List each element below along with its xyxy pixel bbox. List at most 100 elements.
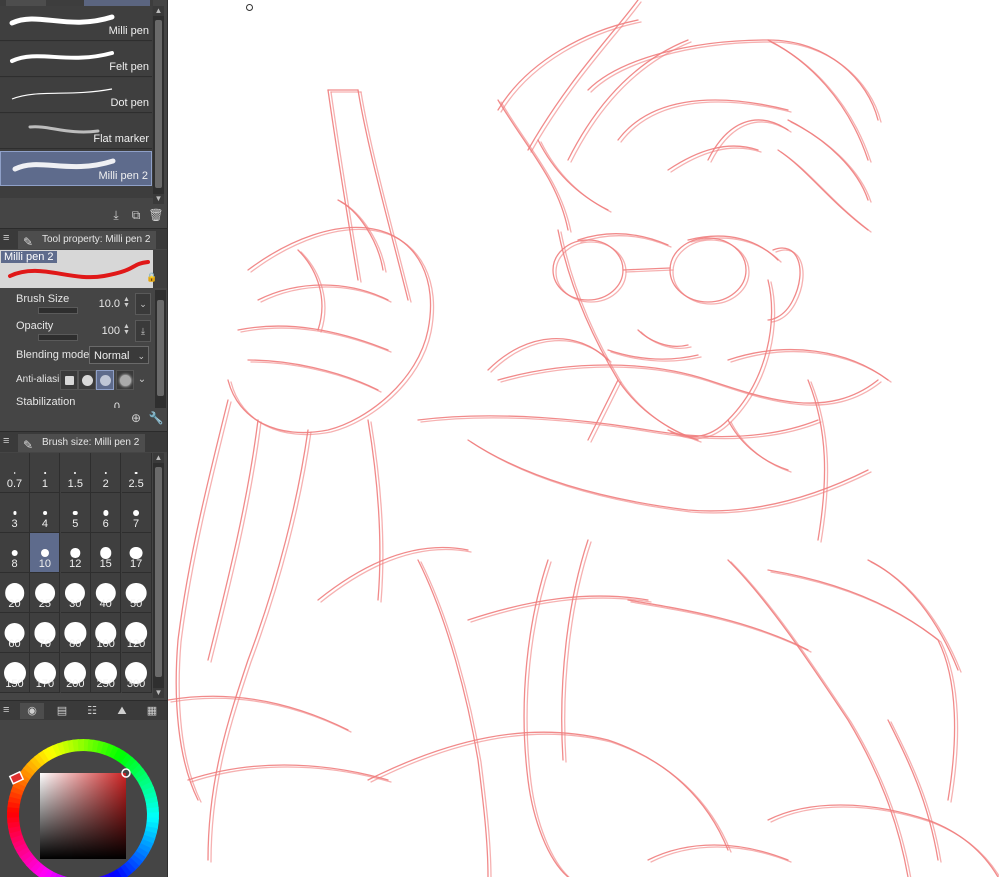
brush-size-cell[interactable]: 0.7 bbox=[0, 453, 30, 493]
tab-label: Tool property: Milli pen 2 bbox=[42, 234, 151, 245]
brush-size-cell[interactable]: 6 bbox=[91, 493, 122, 533]
brush-size-cell[interactable]: 40 bbox=[91, 573, 122, 613]
brush-size-cell[interactable]: 300 bbox=[121, 653, 152, 693]
wrench-icon[interactable]: 🔧 bbox=[148, 410, 164, 426]
stroke-preview-icon bbox=[10, 51, 114, 63]
initial-settings-icon[interactable]: ⊕ bbox=[128, 410, 144, 426]
brush-size-scrollbar[interactable]: ▲ ▼ bbox=[153, 453, 164, 698]
anti-aliasing-expand-icon[interactable]: ⌄ bbox=[134, 370, 150, 390]
anti-aliasing-strong-button[interactable] bbox=[116, 370, 134, 390]
pen-tool-icon: ✎ bbox=[23, 235, 34, 249]
brush-size-dynamics-button[interactable]: ⌄ bbox=[135, 293, 151, 315]
brush-size-cell[interactable]: 1 bbox=[30, 453, 61, 493]
brush-size-label: 0.7 bbox=[6, 478, 23, 490]
brush-size-dot-icon bbox=[40, 549, 49, 557]
brush-list-scrollbar[interactable]: ▲ ▼ bbox=[153, 6, 164, 204]
tab-brush-size[interactable]: ✎ Brush size: Milli pen 2 bbox=[18, 434, 146, 452]
blending-mode-select[interactable]: Normal ⌄ bbox=[89, 346, 149, 364]
blending-mode-value: Normal bbox=[94, 350, 130, 362]
anti-aliasing-none-button[interactable] bbox=[60, 370, 78, 390]
brush-size-label: 5 bbox=[72, 518, 79, 530]
blending-mode-property: Blending mode Normal ⌄ bbox=[0, 345, 153, 371]
brush-size-cell[interactable]: 50 bbox=[121, 573, 152, 613]
brush-size-cell[interactable]: 120 bbox=[121, 613, 152, 653]
panel-menu-icon[interactable]: ≡ bbox=[3, 435, 13, 447]
brush-item-felt-pen[interactable]: Felt pen bbox=[0, 42, 152, 77]
brush-size-label: 4 bbox=[41, 518, 48, 530]
brush-size-cell[interactable]: 25 bbox=[30, 573, 61, 613]
lock-icon[interactable]: 🔒 bbox=[146, 272, 157, 282]
brush-size-dot-icon bbox=[13, 472, 16, 474]
brush-item-dot-pen[interactable]: Dot pen bbox=[0, 78, 152, 113]
brush-size-cell[interactable]: 70 bbox=[30, 613, 61, 653]
brush-size-cell[interactable]: 3 bbox=[0, 493, 30, 533]
brush-size-dot-icon bbox=[70, 548, 80, 558]
opacity-spinner[interactable]: ▲ ▼ bbox=[122, 323, 131, 336]
brush-size-cell[interactable]: 2.5 bbox=[121, 453, 152, 493]
opacity-dynamics-button[interactable]: ⤓ bbox=[135, 320, 151, 342]
brush-size-cell[interactable]: 17 bbox=[121, 533, 152, 573]
brush-size-label: Brush Size bbox=[16, 293, 70, 305]
trash-icon[interactable]: 🗑 bbox=[148, 207, 164, 223]
import-icon[interactable]: ⤓ bbox=[108, 207, 124, 223]
brush-size-slider[interactable] bbox=[38, 307, 78, 314]
brush-size-value[interactable]: 10.0 bbox=[99, 298, 120, 310]
brush-size-cell[interactable]: 30 bbox=[60, 573, 91, 613]
brush-size-cell[interactable]: 1.5 bbox=[60, 453, 91, 493]
scroll-thumb[interactable] bbox=[155, 467, 162, 677]
brush-size-cell[interactable]: 4 bbox=[30, 493, 61, 533]
brush-item-milli-pen-2[interactable]: Milli pen 2 bbox=[0, 151, 152, 186]
brush-size-cell[interactable]: 2 bbox=[91, 453, 122, 493]
tab-tool-property[interactable]: ✎ Tool property: Milli pen 2 bbox=[18, 231, 157, 249]
drawing-canvas[interactable] bbox=[167, 0, 999, 877]
brush-size-cell[interactable]: 170 bbox=[30, 653, 61, 693]
brush-size-cell[interactable]: 80 bbox=[60, 613, 91, 653]
brush-size-label: 80 bbox=[69, 638, 82, 650]
brush-size-cell[interactable]: 8 bbox=[0, 533, 30, 573]
color-wheel[interactable] bbox=[0, 720, 167, 877]
brush-size-cell[interactable]: 10 bbox=[30, 533, 61, 573]
brush-size-grid: 0.7 1 1.5 2 2.5 3 4 5 6 7 8 10 12 15 17 20 25 30 40 50 60 70 8… bbox=[0, 453, 152, 693]
anti-aliasing-medium-button[interactable] bbox=[96, 370, 114, 390]
brush-size-cell[interactable]: 250 bbox=[91, 653, 122, 693]
opacity-value[interactable]: 100 bbox=[102, 325, 120, 337]
tool-property-scrollbar[interactable] bbox=[155, 290, 166, 408]
brush-size-label: 150 bbox=[5, 678, 24, 690]
tab-label: Brush size: Milli pen 2 bbox=[42, 437, 140, 448]
brush-size-spinner[interactable]: ▲ ▼ bbox=[122, 296, 131, 309]
scroll-up-icon[interactable]: ▲ bbox=[153, 453, 164, 463]
brush-item-milli-pen[interactable]: Milli pen bbox=[0, 6, 152, 41]
left-panel: Milli pen Felt pen Dot pen Flat marker M… bbox=[0, 0, 167, 877]
panel-menu-icon[interactable]: ≡ bbox=[3, 232, 13, 244]
brush-size-cell[interactable]: 200 bbox=[60, 653, 91, 693]
anti-aliasing-weak-button[interactable] bbox=[78, 370, 96, 390]
brush-size-label: 3 bbox=[11, 518, 18, 530]
color-slider-tab-icon[interactable]: ▤ bbox=[50, 703, 74, 719]
brush-preview-image: Milli pen 2 bbox=[0, 250, 153, 288]
opacity-slider[interactable] bbox=[38, 334, 78, 341]
tool-property-actions: ⊕ 🔧 bbox=[0, 408, 167, 428]
brush-size-cell[interactable]: 15 bbox=[91, 533, 122, 573]
color-wheel-tab-icon[interactable]: ◉ bbox=[20, 703, 44, 719]
brush-size-label: 1.5 bbox=[67, 478, 83, 490]
scroll-thumb[interactable] bbox=[155, 20, 162, 188]
stabilization-property: Stabilization 0 bbox=[0, 395, 153, 409]
approximate-color-tab-icon[interactable]: ⛰ bbox=[110, 703, 134, 719]
brush-item-flat-marker[interactable]: Flat marker bbox=[0, 114, 152, 149]
scroll-down-icon[interactable]: ▼ bbox=[153, 194, 164, 204]
duplicate-icon[interactable]: ⧉ bbox=[128, 207, 144, 223]
brush-size-cell[interactable]: 100 bbox=[91, 613, 122, 653]
panel-menu-icon[interactable]: ≡ bbox=[3, 704, 9, 716]
brush-size-cell[interactable]: 150 bbox=[0, 653, 30, 693]
brush-size-cell[interactable]: 7 bbox=[121, 493, 152, 533]
brush-size-cell[interactable]: 20 bbox=[0, 573, 30, 613]
color-history-tab-icon[interactable]: ▦ bbox=[140, 703, 164, 719]
color-set-tab-icon[interactable]: ☷ bbox=[80, 703, 104, 719]
scroll-thumb[interactable] bbox=[157, 300, 164, 396]
brush-size-cell[interactable]: 12 bbox=[60, 533, 91, 573]
scroll-down-icon[interactable]: ▼ bbox=[153, 688, 164, 698]
brush-size-header: ≡ ✎ Brush size: Milli pen 2 bbox=[0, 431, 167, 452]
scroll-up-icon[interactable]: ▲ bbox=[153, 6, 164, 16]
brush-size-cell[interactable]: 60 bbox=[0, 613, 30, 653]
brush-size-cell[interactable]: 5 bbox=[60, 493, 91, 533]
